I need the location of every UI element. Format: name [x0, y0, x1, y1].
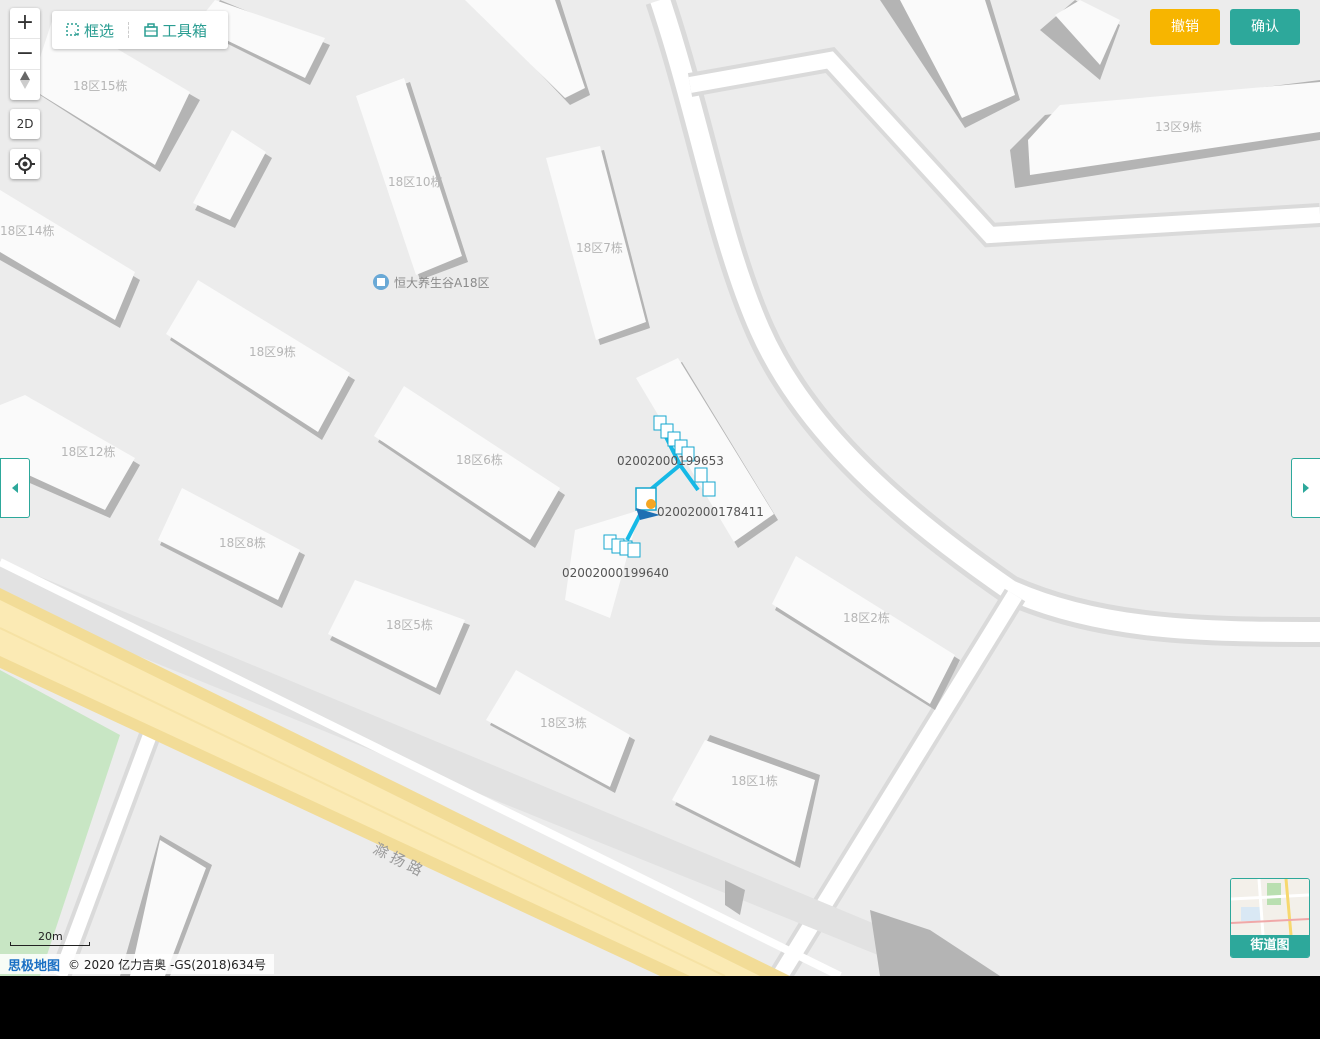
building-label: 18区3栋	[540, 715, 587, 730]
chevron-left-icon	[12, 483, 18, 493]
building-label: 18区9栋	[249, 344, 296, 359]
confirm-button[interactable]: 确认	[1230, 9, 1300, 45]
building-label: 18区2栋	[843, 610, 890, 625]
locate-icon	[15, 154, 35, 174]
building-label: 13区9栋	[1155, 119, 1202, 134]
building-label: 18区14栋	[0, 223, 55, 238]
device-marker-icon	[646, 499, 656, 509]
building-label: 18区12栋	[61, 444, 116, 459]
map-base: 18区15栋 18区10栋 18区14栋 18区7栋 18区9栋 18区12栋 …	[0, 0, 1320, 976]
poi-label: 恒大养生谷A18区	[394, 275, 489, 290]
street-view-label: 街道图	[1231, 935, 1309, 957]
map-provider-logo[interactable]: 思极地图	[0, 955, 68, 974]
scale-bar: 20m	[10, 930, 90, 946]
street-view-toggle[interactable]: 街道图	[1230, 878, 1310, 958]
device-label: 02002000199653	[617, 454, 724, 468]
zoom-out-button[interactable]: −	[10, 39, 40, 70]
left-panel-toggle[interactable]	[0, 458, 30, 518]
zoom-in-button[interactable]: +	[10, 8, 40, 39]
chevron-right-icon	[1303, 483, 1309, 493]
box-select-tool[interactable]: 框选	[52, 20, 128, 41]
building-label: 18区6栋	[456, 452, 503, 467]
building-label: 18区5栋	[386, 617, 433, 632]
map-canvas[interactable]: 18区15栋 18区10栋 18区14栋 18区7栋 18区9栋 18区12栋 …	[0, 0, 1320, 976]
building-label: 18区15栋	[73, 78, 128, 93]
device-label: 02002000199640	[562, 566, 669, 580]
attribution: 思极地图 © 2020 亿力吉奥 -GS(2018)634号	[0, 954, 275, 974]
toolbox-tool[interactable]: 工具箱	[130, 20, 221, 41]
zoom-control: + −	[10, 8, 40, 100]
building-label: 18区8栋	[219, 535, 266, 550]
box-select-icon	[66, 23, 79, 36]
undo-button[interactable]: 撤销	[1150, 9, 1220, 45]
right-panel-toggle[interactable]	[1291, 458, 1320, 518]
locate-button[interactable]	[10, 149, 40, 179]
building-label: 18区7栋	[576, 240, 623, 255]
toolbox-label: 工具箱	[162, 21, 208, 40]
building-label: 18区10栋	[388, 174, 443, 189]
view-mode-button[interactable]: 2D	[10, 109, 40, 139]
copyright-text: © 2020 亿力吉奥 -GS(2018)634号	[68, 957, 267, 972]
box-select-label: 框选	[84, 21, 115, 40]
street-map-thumbnail	[1231, 879, 1309, 936]
compass-icon	[20, 71, 30, 89]
toolbox-icon	[144, 23, 158, 37]
scale-line	[10, 942, 90, 946]
map-toolbar: 框选 工具箱	[52, 11, 228, 49]
building-label: 18区1栋	[731, 773, 778, 788]
compass-button[interactable]	[10, 70, 40, 100]
device-label: 02002000178411	[657, 505, 764, 519]
